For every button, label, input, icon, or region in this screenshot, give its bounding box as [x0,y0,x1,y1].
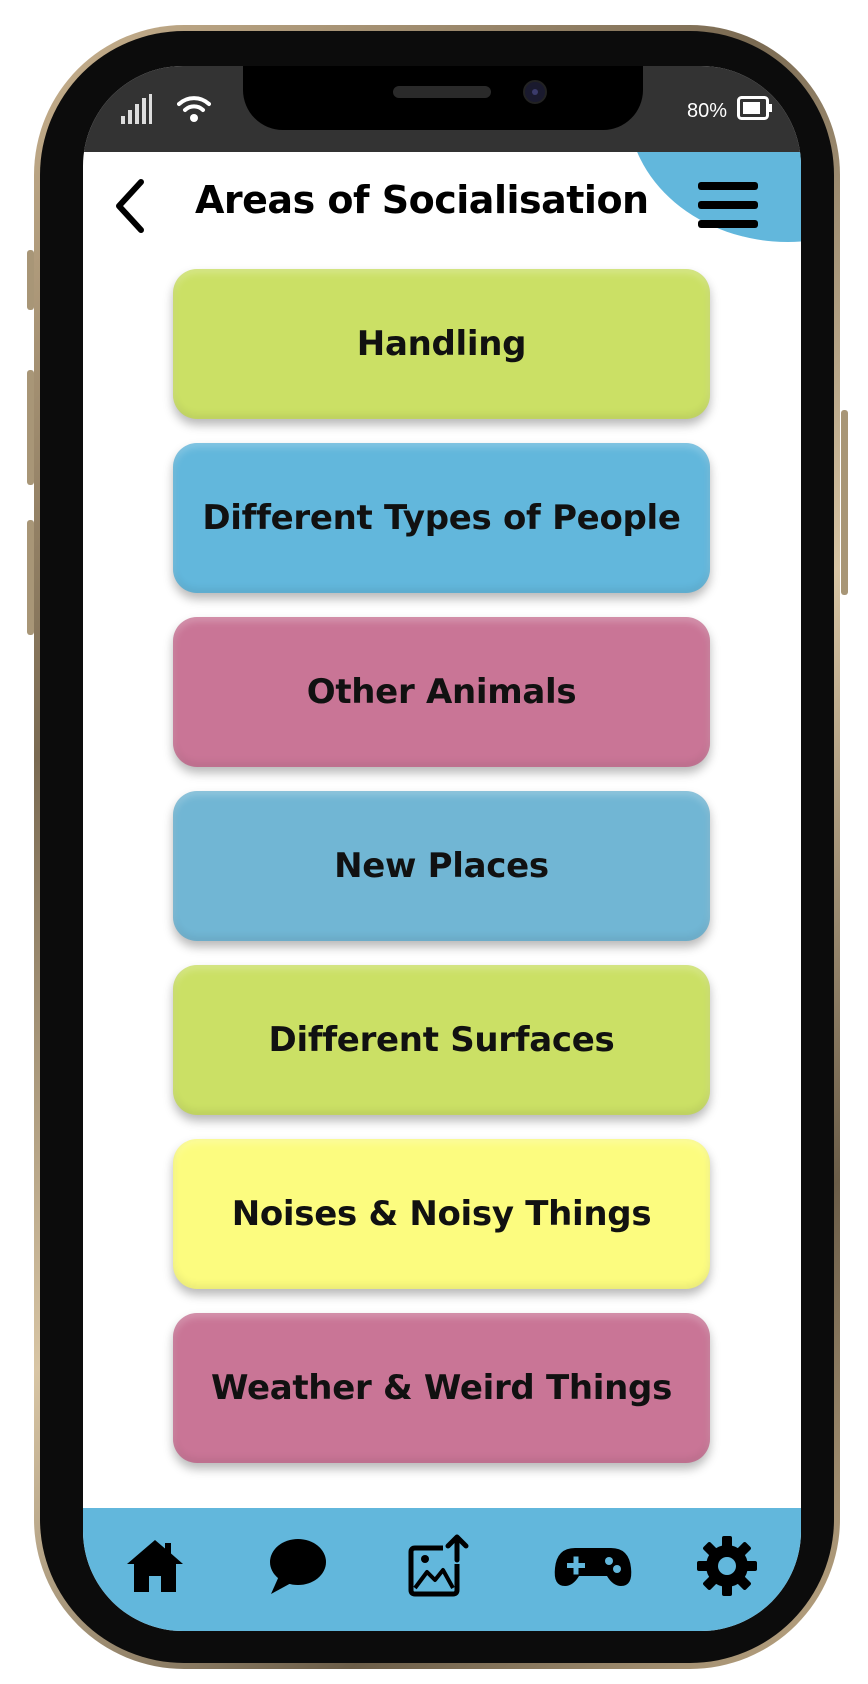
battery-percentage: 80% [686,100,727,122]
chat-bubble-icon[interactable] [265,1534,329,1598]
chevron-left-icon [116,179,144,233]
phone-screen: 80% Areas of Socialisation Handling Diff… [83,66,801,1631]
wifi-icon [177,96,211,122]
page-title: Areas of Socialisation [195,178,649,222]
bottom-navigation-bar [83,1508,801,1631]
category-label: Weather & Weird Things [210,1368,673,1408]
category-button-handling[interactable]: Handling [173,269,710,419]
category-button-different-surfaces[interactable]: Different Surfaces [173,965,710,1115]
gamepad-icon[interactable] [553,1534,633,1598]
notch [243,66,643,130]
category-button-weather-weird-things[interactable]: Weather & Weird Things [173,1313,710,1463]
hamburger-menu-icon-line [698,220,758,228]
category-label: New Places [334,846,549,886]
front-camera [523,80,547,104]
power-button [841,410,848,595]
battery-icon [737,96,772,120]
category-label: Different Surfaces [268,1020,615,1060]
category-button-noises-noisy-things[interactable]: Noises & Noisy Things [173,1139,710,1289]
category-label: Handling [356,324,527,364]
home-icon[interactable] [123,1534,187,1598]
category-label: Different Types of People [202,498,681,538]
signal-bars-icon [121,94,152,124]
image-upload-icon[interactable] [407,1534,471,1598]
category-label: Other Animals [306,672,577,712]
category-button-different-types-of-people[interactable]: Different Types of People [173,443,710,593]
earpiece-speaker [393,86,491,98]
hamburger-menu-icon-line [698,182,758,190]
category-button-other-animals[interactable]: Other Animals [173,617,710,767]
mute-switch [27,250,34,310]
status-bar: 80% [83,66,801,152]
settings-gear-icon[interactable] [695,1534,759,1598]
back-button[interactable] [111,176,151,236]
hamburger-menu-button[interactable] [698,178,758,232]
category-button-new-places[interactable]: New Places [173,791,710,941]
volume-down-button [27,520,34,635]
hamburger-menu-icon-line [698,201,758,209]
volume-up-button [27,370,34,485]
category-label: Noises & Noisy Things [231,1194,652,1234]
